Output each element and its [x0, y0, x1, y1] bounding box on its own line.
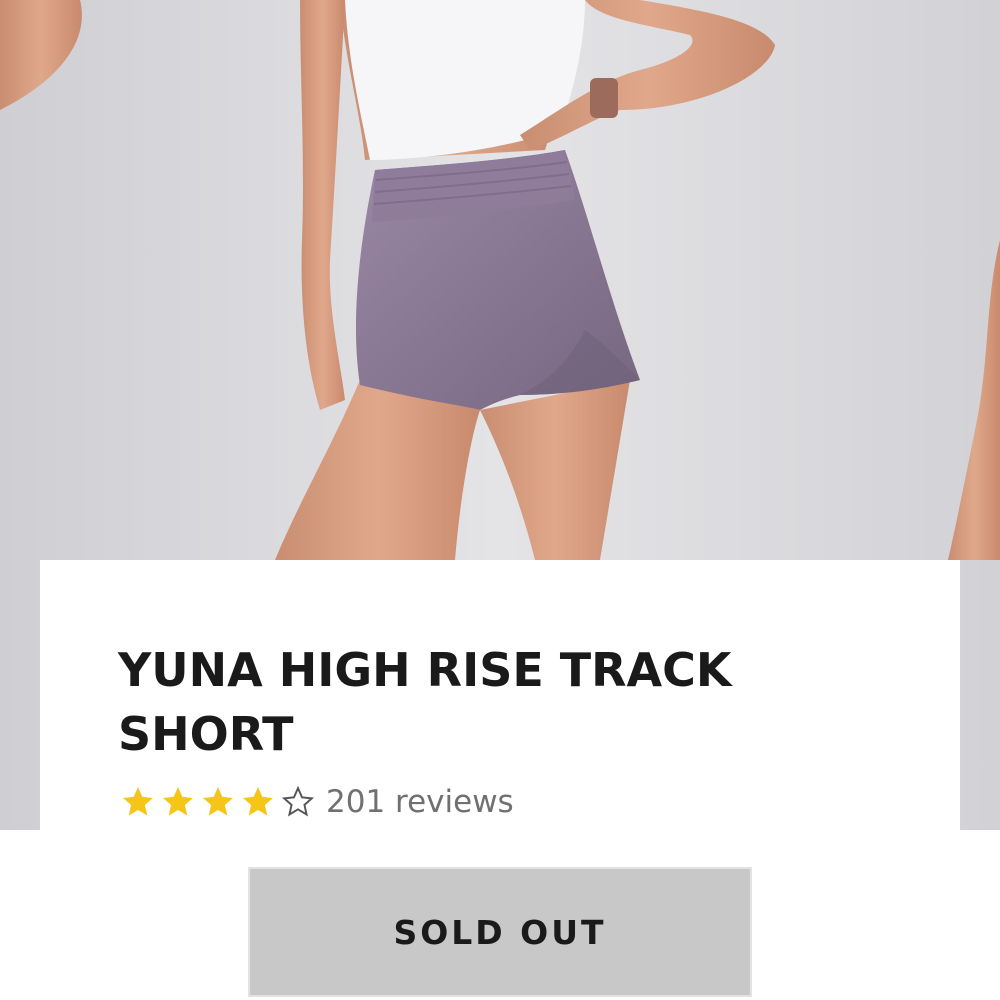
- star-filled-icon: [123, 787, 153, 816]
- star-filled-icon: [163, 787, 193, 816]
- sold-out-button[interactable]: SOLD OUT: [248, 867, 752, 997]
- product-title: YUNA HIGH RISE TRACK SHORT: [118, 643, 732, 761]
- star-filled-icon: [243, 787, 273, 816]
- product-page: YUNA HIGH RISE TRACK SHORT 201 reviews S…: [0, 0, 1000, 1000]
- product-rating[interactable]: 201 reviews: [120, 782, 514, 822]
- product-info-card: YUNA HIGH RISE TRACK SHORT 201 reviews: [40, 560, 960, 830]
- star-filled-icon: [203, 787, 233, 816]
- star-rating: [120, 784, 316, 820]
- reviews-count-link[interactable]: 201 reviews: [326, 782, 514, 822]
- star-outline-icon: [281, 785, 315, 817]
